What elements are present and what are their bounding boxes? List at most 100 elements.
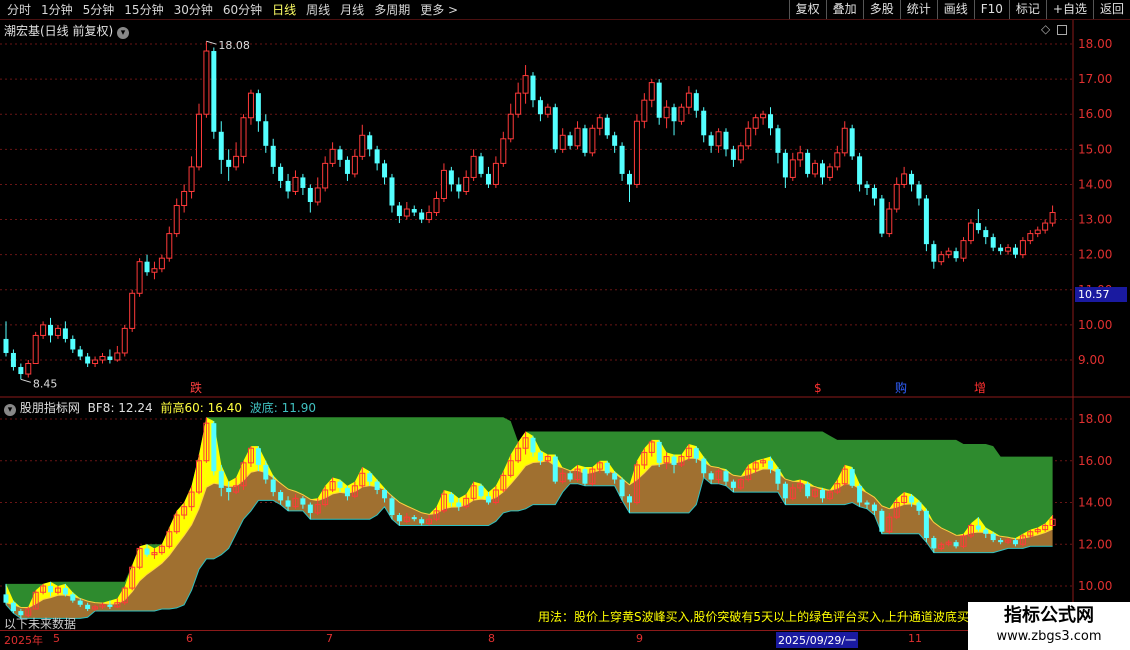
candle-body xyxy=(567,473,573,480)
candle-body xyxy=(144,548,150,555)
candle-body xyxy=(54,327,61,336)
candle-body xyxy=(544,106,551,115)
candle-body xyxy=(48,586,54,593)
candle-body xyxy=(768,460,774,470)
chevron-down-icon[interactable]: ▾ xyxy=(4,404,16,416)
toolbar-button-5[interactable]: F10 xyxy=(973,0,1009,19)
date-tick: 5 xyxy=(53,632,60,645)
candle-body xyxy=(188,166,195,192)
candle-body xyxy=(559,134,566,150)
candle-body xyxy=(92,359,99,365)
candle-body xyxy=(396,515,402,522)
main-candlestick-chart[interactable]: 18.0017.0016.0015.0014.0013.0012.0011.00… xyxy=(0,20,1130,398)
candle-body xyxy=(797,152,804,161)
candle-body xyxy=(500,138,507,164)
toolbar-button-3[interactable]: 统计 xyxy=(899,0,937,19)
candle-body xyxy=(85,356,91,364)
toolbar-button-7[interactable]: +自选 xyxy=(1045,0,1093,19)
candle-body xyxy=(211,423,217,472)
tab-period-6[interactable]: 日线 xyxy=(267,2,301,18)
y-tick-label: 13.00 xyxy=(1078,213,1112,227)
candle-body xyxy=(129,292,136,329)
candle-body xyxy=(983,529,989,534)
diamond-icon[interactable]: ◇ xyxy=(1041,22,1050,36)
chevron-down-icon[interactable]: ▾ xyxy=(117,27,130,39)
candle-body xyxy=(953,542,959,547)
candle-body xyxy=(403,208,410,217)
tab-period-1[interactable]: 1分钟 xyxy=(36,2,78,18)
candle-body xyxy=(990,533,996,541)
candle-body xyxy=(693,93,699,111)
candle-body xyxy=(879,510,885,532)
candle-body xyxy=(121,327,128,354)
candle-body xyxy=(826,166,833,178)
indicator-chart[interactable]: 18.00 16.00 14.00 12.00 10.00 xyxy=(0,398,1130,630)
candle-body xyxy=(307,504,313,513)
tab-period-5[interactable]: 60分钟 xyxy=(218,2,267,18)
toolbar-button-2[interactable]: 多股 xyxy=(862,0,900,19)
candle-body xyxy=(671,456,677,465)
tab-period-0[interactable]: 分时 xyxy=(2,2,36,18)
candle-body xyxy=(181,190,188,207)
candle-body xyxy=(389,177,395,206)
candle-body xyxy=(849,469,855,486)
candle-body xyxy=(1019,240,1026,256)
tab-period-2[interactable]: 5分钟 xyxy=(78,2,120,18)
candle-body xyxy=(582,469,588,484)
date-tick: 8 xyxy=(488,632,495,645)
candle-body xyxy=(419,212,425,220)
candle-body xyxy=(195,113,202,168)
candle-body xyxy=(456,502,462,507)
candle-body xyxy=(701,458,707,474)
tab-period-3[interactable]: 15分钟 xyxy=(119,2,168,18)
candle-body xyxy=(40,324,47,336)
tab-period-8[interactable]: 月线 xyxy=(335,2,369,18)
candle-body xyxy=(582,128,588,153)
candle-body xyxy=(552,107,558,150)
candle-body xyxy=(1034,229,1041,235)
candle-body xyxy=(782,483,788,499)
toolbar-button-4[interactable]: 画线 xyxy=(936,0,974,19)
candle-body xyxy=(685,92,692,108)
candle-body xyxy=(263,121,269,146)
toolbar-button-6[interactable]: 标记 xyxy=(1008,0,1046,19)
signal-marker: 跌 xyxy=(190,380,202,395)
candle-body xyxy=(270,479,276,493)
candle-body xyxy=(819,163,825,178)
candle-body xyxy=(226,159,232,167)
candle-body xyxy=(693,448,699,459)
y-tick-label: 16.00 xyxy=(1078,107,1112,121)
candle-body xyxy=(812,162,819,175)
candle-body xyxy=(871,504,877,511)
tab-period-9[interactable]: 多周期 xyxy=(369,2,415,18)
candle-body xyxy=(218,471,224,488)
candle-body xyxy=(463,176,470,192)
current-price-tag: 10.57 xyxy=(1075,287,1127,302)
candle-body xyxy=(448,494,454,503)
candle-body xyxy=(456,184,462,192)
low-label: 8.45 xyxy=(33,377,58,390)
candle-body xyxy=(633,120,640,185)
candle-body xyxy=(975,525,981,530)
usage-text: 用法：股价上穿黄S波峰买入,股价突破有5天以上的绿色评台买入,上升通道波底买入 xyxy=(538,610,981,624)
toolbar-button-8[interactable]: 返回 xyxy=(1092,0,1130,19)
candle-body xyxy=(426,212,433,221)
candle-body xyxy=(32,334,39,365)
indicator-name: 股朋指标网 xyxy=(19,401,80,415)
tab-period-4[interactable]: 30分钟 xyxy=(169,2,218,18)
candle-body xyxy=(537,100,543,115)
y-tick-label: 12.00 xyxy=(1078,537,1112,551)
candle-body xyxy=(953,251,959,259)
candle-body xyxy=(909,173,915,185)
toolbar-button-0[interactable]: 复权 xyxy=(788,0,826,19)
candle-body xyxy=(478,156,484,174)
candle-body xyxy=(255,93,261,122)
tab-period-10[interactable]: 更多 > xyxy=(415,2,463,18)
restore-icon[interactable] xyxy=(1057,25,1067,35)
candle-body xyxy=(1012,247,1018,255)
candle-body xyxy=(596,117,603,129)
candle-body xyxy=(173,205,180,235)
toolbar-button-1[interactable]: 叠加 xyxy=(825,0,863,19)
candle-body xyxy=(998,540,1004,543)
tab-period-7[interactable]: 周线 xyxy=(301,2,335,18)
